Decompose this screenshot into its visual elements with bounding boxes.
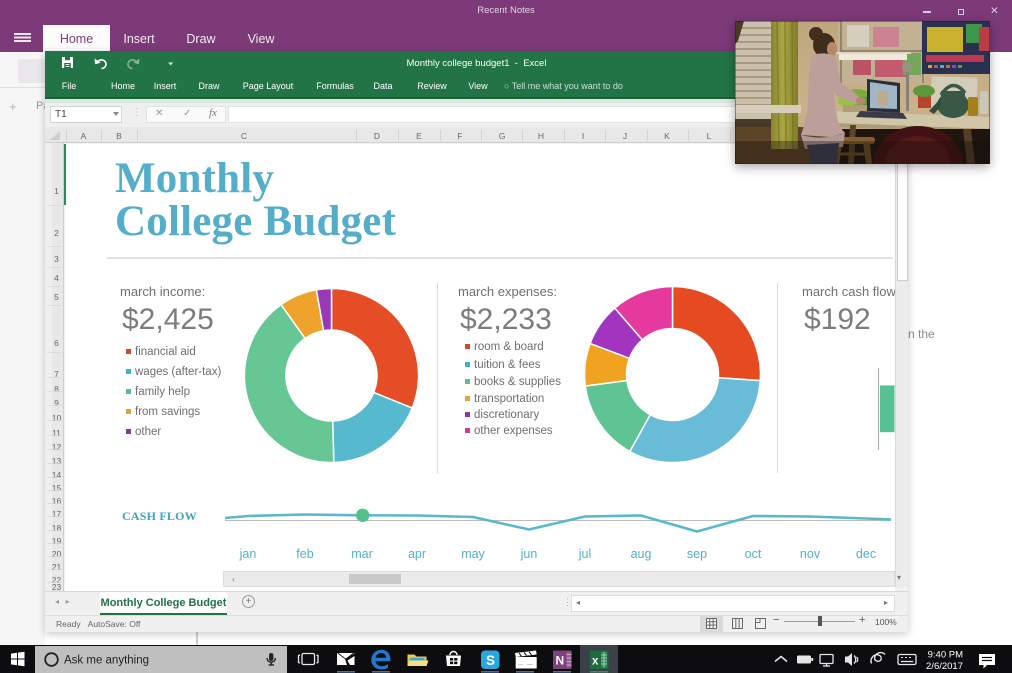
svg-text:N: N (556, 654, 565, 668)
svg-text:x: x (592, 656, 599, 668)
svg-text:S: S (486, 653, 495, 668)
svg-text:9:40 PM: 9:40 PM (928, 650, 963, 661)
svg-text:Ask me anything: Ask me anything (64, 655, 149, 667)
svg-text:2/6/2017: 2/6/2017 (926, 661, 963, 672)
